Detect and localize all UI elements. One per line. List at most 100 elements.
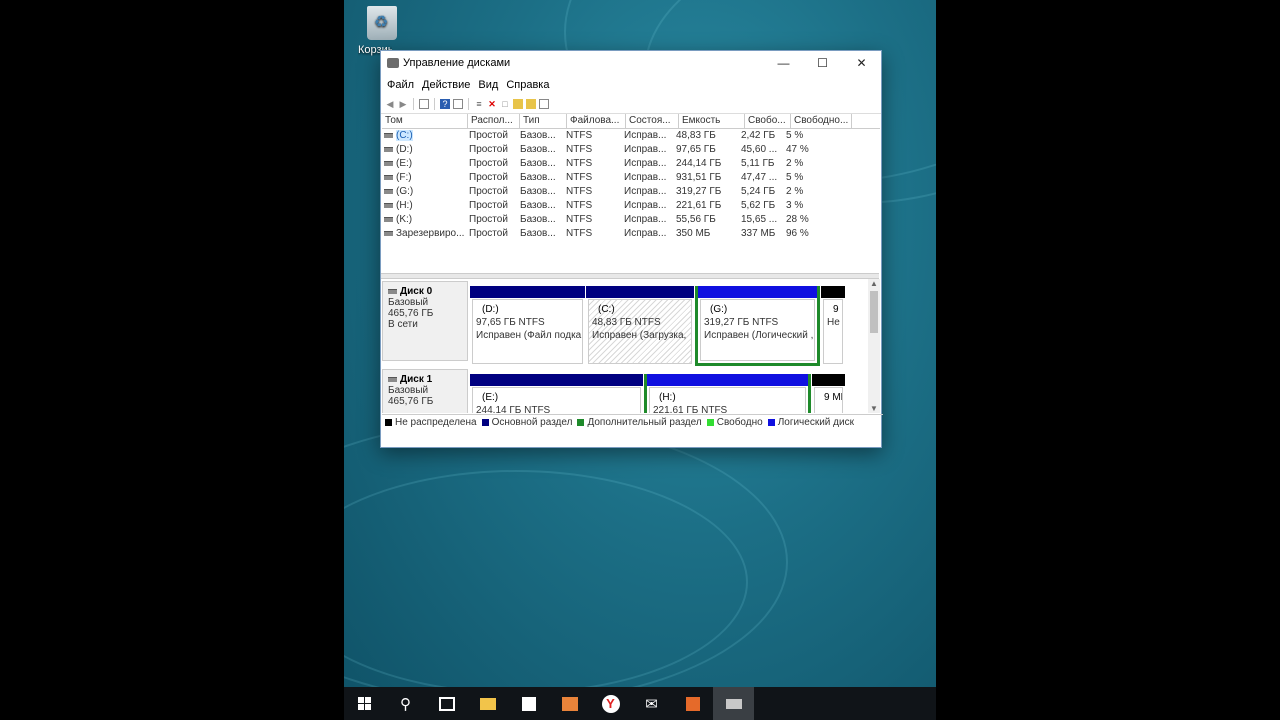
legend-label: Свободно xyxy=(716,416,763,428)
mail-icon[interactable]: ✉ xyxy=(631,687,672,720)
table-cell: 319,27 ГБ xyxy=(676,186,722,197)
table-row[interactable]: (E:) Простой Базов... NTFS Исправ... 244,14 Г… xyxy=(382,157,880,171)
table-cell: Базов... xyxy=(520,144,556,155)
partition-label: (G:) xyxy=(710,304,728,315)
table-cell: Простой xyxy=(469,144,508,155)
scroll-up-icon[interactable]: ▲ xyxy=(870,279,878,288)
table-cell: Простой xyxy=(469,172,508,183)
legend: Не распределена Основной раздел Дополнител… xyxy=(382,414,883,429)
table-cell: Исправ... xyxy=(624,214,667,225)
table-cell: 5,62 ГБ xyxy=(741,200,776,211)
table-cell: Исправ... xyxy=(624,144,667,155)
disk-management-window: Управление дисками — ☐ ✕ Файл Действие В… xyxy=(380,50,883,448)
col-filesystem[interactable]: Файлова... xyxy=(567,114,626,128)
help-icon[interactable]: ? xyxy=(440,99,450,109)
disk-view-scrollbar[interactable]: ▲ ▼ xyxy=(868,279,880,413)
folder-icon[interactable] xyxy=(513,99,523,109)
partition-bar xyxy=(812,374,845,386)
minimize-button[interactable]: — xyxy=(764,51,803,75)
col-free-percent[interactable]: Свободно... xyxy=(791,114,852,128)
disk-management-icon[interactable] xyxy=(713,687,754,720)
menu-help[interactable]: Справка xyxy=(502,79,553,91)
file-explorer-icon[interactable] xyxy=(467,687,508,720)
partition[interactable]: (E:) 244,14 ГБ NTFS xyxy=(470,374,643,413)
partition-label: 9 М xyxy=(833,304,842,315)
partition-size: 48,83 ГБ NTFS xyxy=(592,317,661,328)
legend-label: Не распределена xyxy=(395,416,477,428)
table-row[interactable]: (D:) Простой Базов... NTFS Исправ... 97,65 ГБ… xyxy=(382,143,880,157)
table-row[interactable]: (G:) Простой Базов... NTFS Исправ... 319,27 Г… xyxy=(382,185,880,199)
disk-label[interactable]: Диск 1 Базовый 465,76 ГБ xyxy=(382,369,468,413)
search-folder-icon[interactable] xyxy=(526,99,536,109)
volume-name-cell: (E:) xyxy=(382,157,466,171)
maximize-button[interactable]: ☐ xyxy=(803,51,842,75)
scrollbar-thumb[interactable] xyxy=(870,291,878,333)
table-cell: 45,60 ... xyxy=(741,144,778,155)
search-icon[interactable]: ⚲ xyxy=(385,687,426,720)
console-icon[interactable] xyxy=(453,99,463,109)
office-icon[interactable] xyxy=(672,687,713,720)
table-row[interactable]: (C:) Простой Базов... NTFS Исправ... 48,83 ГБ… xyxy=(382,129,880,143)
col-capacity[interactable]: Емкость xyxy=(679,114,745,128)
col-status[interactable]: Состоя... xyxy=(626,114,679,128)
table-cell: 96 % xyxy=(786,228,809,239)
store-icon[interactable] xyxy=(508,687,549,720)
table-cell: Исправ... xyxy=(624,200,667,211)
col-free[interactable]: Свобо... xyxy=(745,114,791,128)
media-player-icon[interactable] xyxy=(549,687,590,720)
partition[interactable]: (C:) 48,83 ГБ NTFS Исправен (Загрузка, xyxy=(586,286,694,366)
col-layout[interactable]: Распол... xyxy=(468,114,520,128)
table-row[interactable]: Зарезервиро... Простой Базов... NTFS Исправ.… xyxy=(382,227,880,241)
col-volume[interactable]: Том xyxy=(382,114,468,128)
legend-swatch xyxy=(577,418,585,426)
table-row[interactable]: (F:) Простой Базов... NTFS Исправ... 931,51 Г… xyxy=(382,171,880,185)
check-icon[interactable]: □ xyxy=(500,99,510,109)
disk-icon xyxy=(388,288,397,294)
partition-info: 9 МБ xyxy=(814,387,843,413)
disk-label[interactable]: Диск 0 Базовый 465,76 ГБ В сети xyxy=(382,281,468,361)
partition-bar xyxy=(470,286,585,298)
yandex-browser-icon[interactable]: Y xyxy=(590,687,631,720)
partition[interactable]: 9 М Не xyxy=(821,286,845,366)
view-icon[interactable] xyxy=(539,99,549,109)
windows-start-icon[interactable] xyxy=(344,687,385,720)
table-row[interactable]: (K:) Простой Базов... NTFS Исправ... 55,56 ГБ… xyxy=(382,213,880,227)
table-cell: NTFS xyxy=(566,214,593,225)
taskbar: ⚲ Y ✉ xyxy=(344,687,936,720)
table-cell: 350 МБ xyxy=(676,228,711,239)
partition-label: (H:) xyxy=(659,392,676,403)
title-bar[interactable]: Управление дисками — ☐ ✕ xyxy=(381,51,881,75)
menu-action[interactable]: Действие xyxy=(418,79,474,91)
table-cell: Простой xyxy=(469,158,508,169)
properties-icon[interactable] xyxy=(419,99,429,109)
partition-size: 221,61 ГБ NTFS xyxy=(653,405,728,413)
window-title: Управление дисками xyxy=(403,57,511,69)
scroll-down-icon[interactable]: ▼ xyxy=(870,404,878,413)
legend-item: Не распределена xyxy=(385,417,477,428)
partition[interactable]: 9 МБ xyxy=(812,374,845,413)
partition-info: (G:) 319,27 ГБ NTFS Исправен (Логический , xyxy=(700,299,815,361)
table-row[interactable]: (H:) Простой Базов... NTFS Исправ... 221,61 Г… xyxy=(382,199,880,213)
menu-file[interactable]: Файл xyxy=(383,79,418,91)
close-button[interactable]: ✕ xyxy=(842,51,881,75)
table-cell: Простой xyxy=(469,186,508,197)
menu-view[interactable]: Вид xyxy=(474,79,502,91)
recycle-bin[interactable]: Корзина xyxy=(352,6,412,56)
delete-icon[interactable]: ✕ xyxy=(487,99,497,109)
table-cell: Исправ... xyxy=(624,172,667,183)
col-type[interactable]: Тип xyxy=(520,114,567,128)
legend-item: Свободно xyxy=(706,416,763,428)
partition[interactable]: (H:) 221,61 ГБ NTFS xyxy=(644,374,811,413)
partition-info: (C:) 48,83 ГБ NTFS Исправен (Загрузка, xyxy=(588,299,692,364)
forward-icon[interactable]: ▶ xyxy=(398,99,408,109)
partition[interactable]: (D:) 97,65 ГБ NTFS Исправен (Файл подка xyxy=(470,286,585,366)
partition[interactable]: (G:) 319,27 ГБ NTFS Исправен (Логический , xyxy=(695,286,820,366)
partition-size: Не xyxy=(827,317,840,328)
table-cell: NTFS xyxy=(566,144,593,155)
table-cell: 55,56 ГБ xyxy=(676,214,716,225)
disk-icon xyxy=(388,376,397,382)
connect-icon[interactable]: ≡ xyxy=(474,99,484,109)
volume-icon xyxy=(384,216,393,222)
task-view-icon[interactable] xyxy=(426,687,467,720)
back-icon[interactable]: ◀ xyxy=(385,99,395,109)
